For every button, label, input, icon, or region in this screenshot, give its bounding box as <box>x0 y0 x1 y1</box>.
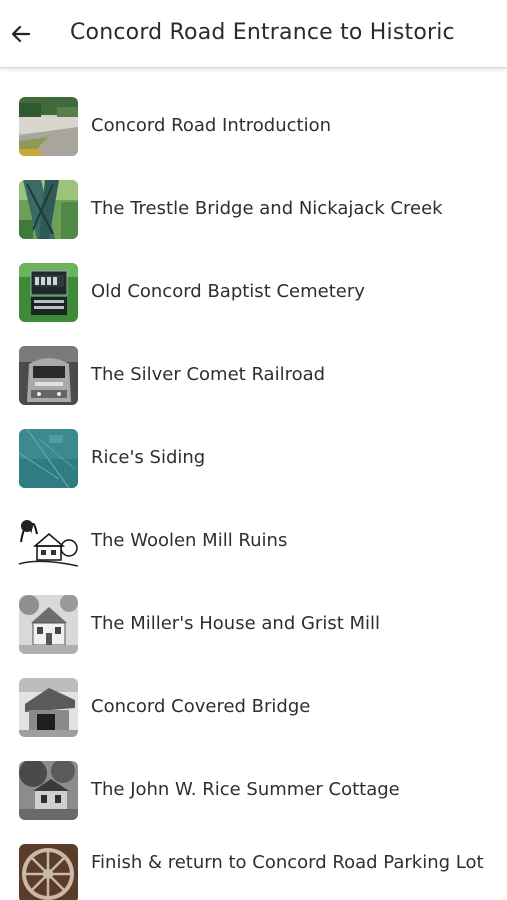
arrow-left-icon <box>11 25 31 43</box>
list-item[interactable]: The John W. Rice Summer Cottage <box>0 732 507 820</box>
stop-label: The Trestle Bridge and Nickajack Creek <box>91 198 443 219</box>
list-item[interactable]: Finish & return to Concord Road Parking … <box>0 815 507 900</box>
stop-label: The John W. Rice Summer Cottage <box>91 779 400 800</box>
list-item[interactable]: Old Concord Baptist Cemetery <box>0 234 507 322</box>
house-photo-thumbnail <box>19 595 78 654</box>
stop-label: Rice's Siding <box>91 447 206 468</box>
list-item[interactable]: The Miller's House and Grist Mill <box>0 566 507 654</box>
map-photo-thumbnail <box>19 429 78 488</box>
list-item[interactable]: Concord Covered Bridge <box>0 649 507 737</box>
page-title: Concord Road Entrance to Historic <box>70 20 455 45</box>
wheel-photo-thumbnail <box>19 844 78 900</box>
covered-bridge-photo-thumbnail <box>19 678 78 737</box>
tour-stop-list: Concord Road Introduction The Trestle Br… <box>0 68 507 900</box>
list-item[interactable]: The Trestle Bridge and Nickajack Creek <box>0 151 507 239</box>
cemetery-sign-photo-thumbnail <box>19 263 78 322</box>
cottage-photo-thumbnail <box>19 761 78 820</box>
app-bar: Concord Road Entrance to Historic <box>0 0 507 68</box>
stop-label: Concord Road Introduction <box>91 115 332 136</box>
stop-label: The Silver Comet Railroad <box>91 364 326 385</box>
trestle-bridge-photo-thumbnail <box>19 180 78 239</box>
locomotive-photo-thumbnail <box>19 346 78 405</box>
stop-label: The Miller's House and Grist Mill <box>91 613 381 634</box>
list-item[interactable]: The Silver Comet Railroad <box>0 317 507 405</box>
road-photo-thumbnail <box>19 97 78 156</box>
stop-label: The Woolen Mill Ruins <box>91 530 288 551</box>
list-item[interactable]: The Woolen Mill Ruins <box>0 483 507 571</box>
stop-label: Concord Covered Bridge <box>91 696 311 717</box>
list-item[interactable]: Concord Road Introduction <box>0 68 507 156</box>
back-button[interactable] <box>4 14 38 54</box>
stop-label: Old Concord Baptist Cemetery <box>91 281 365 302</box>
mill-sketch-thumbnail <box>19 512 78 571</box>
list-item[interactable]: Rice's Siding <box>0 400 507 488</box>
stop-label: Finish & return to Concord Road Parking … <box>91 852 484 873</box>
